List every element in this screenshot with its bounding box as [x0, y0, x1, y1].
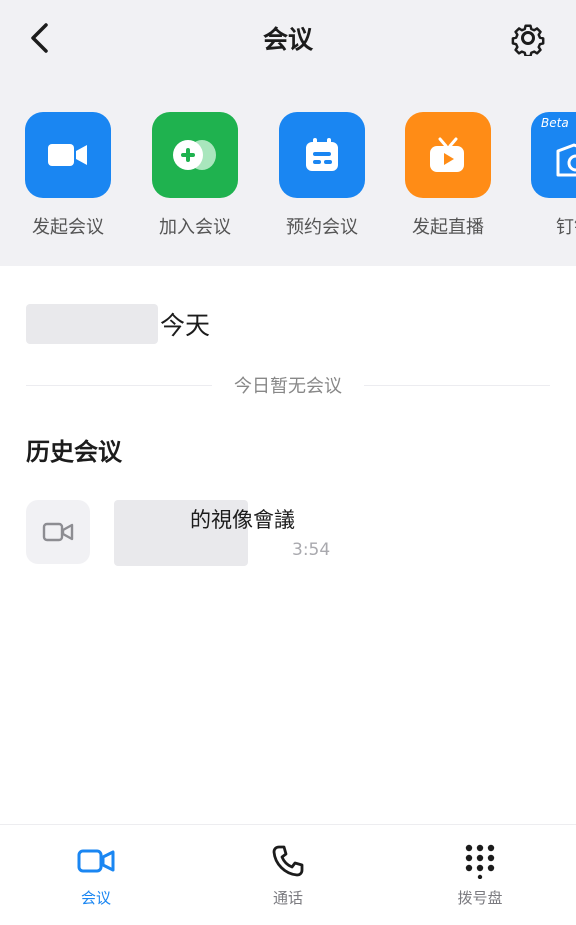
dialpad-icon — [465, 844, 495, 879]
today-empty-state: 今日暂无会议 — [26, 372, 550, 398]
start-meeting-action[interactable]: 发起会议 — [18, 112, 118, 239]
live-tv-icon — [430, 137, 464, 172]
schedule-meeting-action[interactable]: 预约会议 — [272, 112, 372, 239]
tab-dialpad-label: 拨号盘 — [457, 889, 503, 907]
history-section-title: 历史会议 — [26, 438, 122, 466]
divider — [26, 384, 212, 386]
video-camera-icon — [48, 144, 87, 166]
bottom-tab-bar: 会议 通话 拨号盘 — [0, 824, 576, 925]
video-camera-icon — [77, 849, 115, 873]
start-live-label: 发起直播 — [412, 217, 484, 238]
tab-meetings[interactable]: 会议 — [41, 841, 151, 908]
schedule-meeting-label: 预约会议 — [286, 217, 358, 238]
calendar-icon — [306, 138, 338, 171]
join-plus-icon — [173, 140, 216, 170]
dingtalk-beta-tile[interactable]: Beta — [531, 112, 576, 198]
settings-button[interactable] — [508, 18, 548, 58]
dingtalk-beta-action[interactable]: Beta 钉钉 — [524, 112, 576, 239]
redacted-area — [26, 304, 158, 344]
schedule-meeting-tile[interactable] — [279, 112, 365, 198]
join-meeting-tile[interactable] — [152, 112, 238, 198]
beta-feature-icon — [556, 143, 576, 177]
tab-calls[interactable]: 通话 — [233, 841, 343, 908]
start-meeting-label: 发起会议 — [32, 217, 104, 238]
no-meetings-today-text: 今日暂无会议 — [234, 376, 342, 397]
join-meeting-label: 加入会议 — [159, 217, 231, 238]
tab-dialpad[interactable]: 拨号盘 — [425, 841, 535, 908]
quick-actions: 发起会议 加入会议 预约会议 发起直播 Beta 钉 — [0, 112, 576, 242]
history-meeting-title: 的視像會議 — [190, 508, 295, 532]
history-meeting-row[interactable]: 的視像會議 3:54 — [26, 500, 556, 570]
history-meeting-icon — [26, 500, 90, 564]
today-section: 今天 — [26, 302, 210, 346]
today-label: 今天 — [160, 311, 211, 340]
start-meeting-tile[interactable] — [25, 112, 111, 198]
video-camera-icon — [42, 522, 74, 542]
start-live-action[interactable]: 发起直播 — [398, 112, 498, 239]
page-title: 会议 — [262, 25, 313, 54]
header: 会议 — [0, 0, 576, 76]
tab-calls-label: 通话 — [272, 889, 303, 907]
gear-icon — [511, 24, 545, 56]
start-live-tile[interactable] — [405, 112, 491, 198]
tab-meetings-label: 会议 — [80, 889, 111, 907]
divider — [364, 384, 550, 386]
phone-icon — [272, 845, 304, 877]
dingtalk-beta-label: 钉钉 — [556, 217, 576, 238]
history-meeting-time: 3:54 — [292, 540, 331, 560]
beta-badge: Beta — [541, 116, 569, 130]
join-meeting-action[interactable]: 加入会议 — [145, 112, 245, 239]
